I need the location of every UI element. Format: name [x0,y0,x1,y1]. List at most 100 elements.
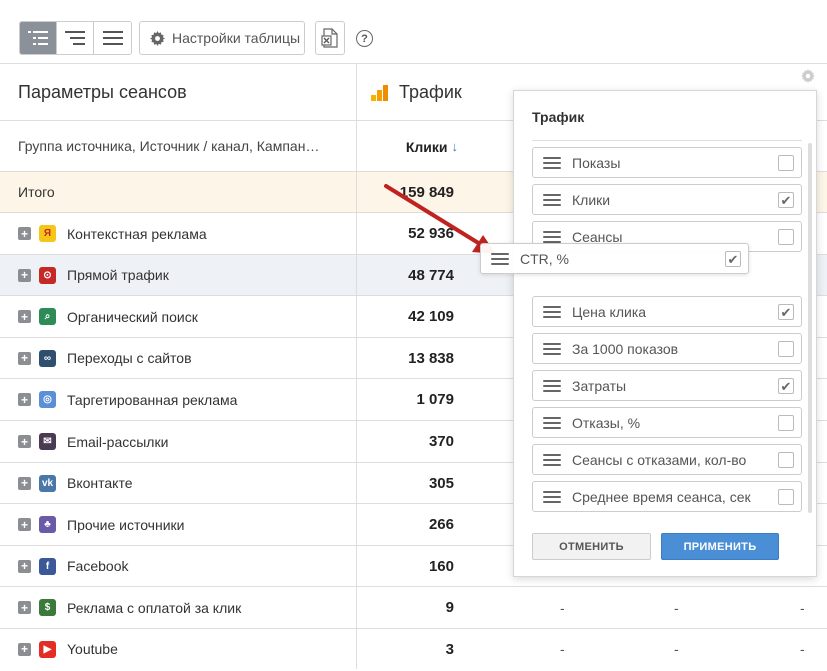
row-label-cell: + ⊙ Прямой трафик [0,255,357,295]
table-row[interactable]: + ▶ Youtube 3 - - - [0,628,827,669]
dragged-column-item[interactable]: CTR, % ✔ [480,243,749,274]
column-option-checkbox[interactable] [778,341,794,357]
row-label-cell: + ∞ Переходы с сайтов [0,338,357,378]
column-option-label: Показы [572,154,621,171]
empty-cell-dash: - [560,641,565,657]
column-option-item[interactable]: Цена клика ✔ [532,296,802,327]
expand-plus-icon[interactable]: + [18,518,31,531]
column-picker-popup: Трафик Показы Клики ✔ Сеансы Цена клика ✔ За 1… [513,90,817,577]
expand-plus-icon[interactable]: + [18,435,31,448]
column-option-label: Среднее время сеанса, сек [572,488,751,505]
grouping-header[interactable]: Группа источника, Источник / канал, Камп… [0,121,357,171]
expand-plus-icon[interactable]: + [18,601,31,614]
facebook-icon: f [39,557,56,575]
drag-handle-icon[interactable] [543,453,561,466]
flat-view-button[interactable] [94,22,131,54]
column-option-checkbox[interactable] [778,155,794,171]
cancel-button[interactable]: ОТМЕНИТЬ [532,533,651,560]
expand-plus-icon[interactable]: + [18,268,31,282]
yandex-direct-icon: Я [39,225,56,242]
help-icon[interactable]: ? [356,30,373,47]
bar-chart-icon [371,84,388,101]
drag-handle-icon[interactable] [543,490,561,503]
drag-handle-icon[interactable] [543,230,561,243]
column-option-item[interactable]: Среднее время сеанса, сек [532,481,802,512]
column-option-label: Клики [572,191,611,208]
drag-handle-icon[interactable] [543,342,561,355]
popup-scrollbar[interactable] [808,143,812,513]
dragged-item-checkbox[interactable]: ✔ [725,251,741,267]
tree-view-button[interactable] [20,22,57,54]
apply-button[interactable]: ПРИМЕНИТЬ [661,533,779,560]
column-option-checkbox[interactable]: ✔ [778,192,794,208]
expand-plus-icon[interactable]: + [18,476,31,490]
drag-handle-icon[interactable] [543,379,561,392]
row-label-cell: + $ Реклама с оплатой за клик [0,587,357,628]
column-option-label: Отказы, % [572,414,641,431]
column-option-item[interactable]: Отказы, % [532,407,802,438]
empty-cell-dash: - [800,599,805,616]
clicks-value: 42 109 [408,308,454,325]
row-label: Контекстная реклама [67,225,207,242]
clicks-value: 13 838 [408,349,454,367]
expand-plus-icon[interactable]: + [18,559,31,573]
expand-plus-icon[interactable]: + [18,351,31,365]
table-settings-button[interactable]: Настройки таблицы [139,21,305,55]
expand-plus-icon[interactable]: + [18,393,31,406]
row-label-cell: + ⌕ Органический поиск [0,296,357,337]
column-option-checkbox[interactable]: ✔ [778,304,794,320]
indent-view-icon [65,31,85,45]
drag-handle-icon[interactable] [491,252,509,265]
column-option-label: Сеансы с отказами, кол-во [572,451,747,468]
drag-handle-icon[interactable] [543,193,561,206]
search-icon: ⌕ [39,308,56,325]
column-option-item[interactable]: Клики ✔ [532,184,802,215]
column-option-label: Цена клика [572,303,647,320]
link-icon: ∞ [39,349,56,367]
row-label: Facebook [67,558,129,574]
expand-plus-icon[interactable]: + [18,227,31,240]
clicks-value: 266 [428,516,454,533]
row-label: Прямой трафик [67,267,169,283]
column-option-label: За 1000 показов [572,340,679,357]
clicks-header-label: Клики [405,138,448,155]
expand-plus-icon[interactable]: + [18,642,31,656]
row-label: Реклама с оплатой за клик [67,599,242,616]
column-option-checkbox[interactable] [778,452,794,468]
column-option-item[interactable]: Затраты ✔ [532,370,802,401]
table-row[interactable]: + $ Реклама с оплатой за клик 9 - - - [0,586,827,628]
drag-handle-icon[interactable] [543,416,561,429]
column-option-checkbox[interactable] [778,415,794,431]
row-label-cell: + ♣ Прочие источники [0,504,357,545]
column-option-checkbox[interactable] [778,229,794,245]
empty-cell-dash: - [674,599,679,616]
total-label: Итого [0,172,357,212]
column-option-item[interactable]: За 1000 показов [532,333,802,364]
popup-title: Трафик [532,109,585,125]
vk-icon: vk [39,474,56,492]
params-header: Параметры сеансов [0,64,357,120]
row-label-cell: + ▶ Youtube [0,629,357,669]
clicks-value: 160 [428,557,454,575]
empty-cell-dash: - [674,641,679,657]
clicks-column-header[interactable]: Клики ↓ [358,121,458,172]
row-label-cell: + vk Вконтакте [0,463,357,503]
gear-icon [150,30,165,46]
toolbar: Настройки таблицы ? [0,0,827,63]
drag-handle-icon[interactable] [543,305,561,318]
email-icon: ✉ [39,433,56,450]
indent-view-button[interactable] [57,22,94,54]
expand-plus-icon[interactable]: + [18,310,31,323]
empty-cell-dash: - [560,599,565,616]
clicks-value: 52 936 [408,225,454,242]
drag-handle-icon[interactable] [543,156,561,169]
column-option-checkbox[interactable]: ✔ [778,378,794,394]
column-option-checkbox[interactable] [778,489,794,505]
column-option-item[interactable]: Сеансы с отказами, кол-во [532,444,802,475]
clicks-value: 305 [428,474,454,492]
column-option-item[interactable]: Показы [532,147,802,178]
column-settings-gear-icon[interactable] [801,69,815,83]
row-label: Переходы с сайтов [67,350,192,366]
clicks-value: 3 [445,640,454,658]
excel-export-button[interactable] [315,21,345,55]
